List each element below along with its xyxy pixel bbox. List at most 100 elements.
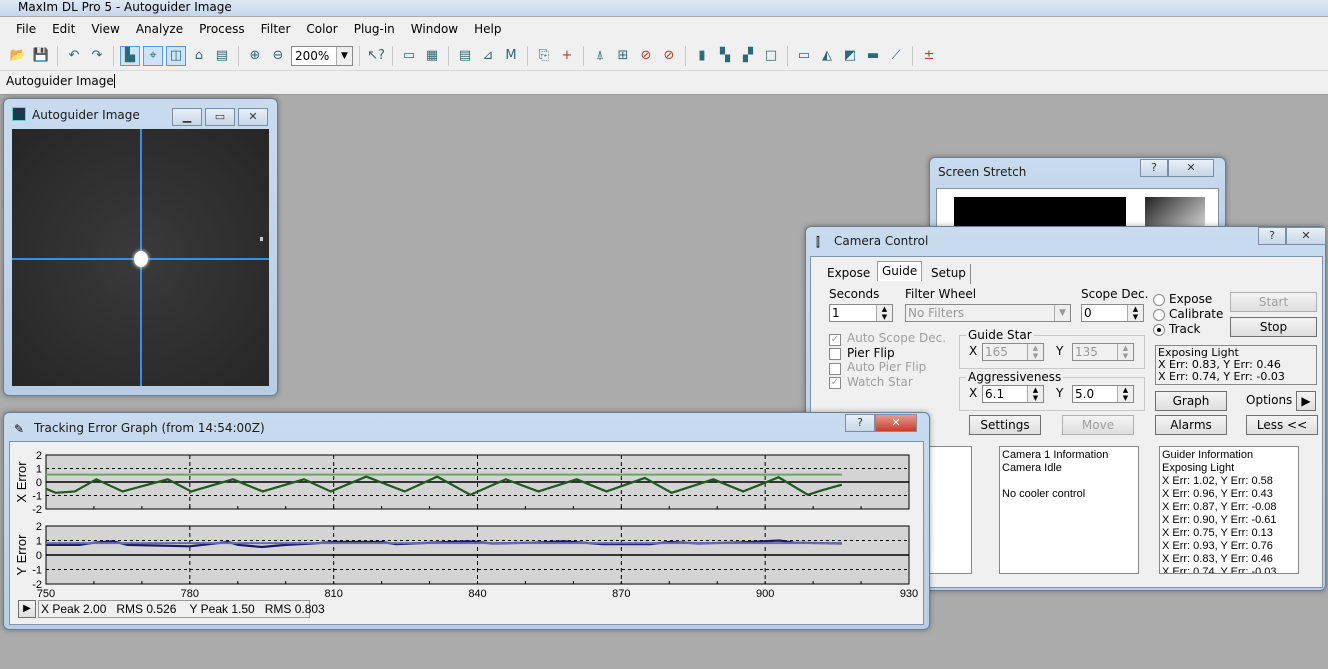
info-line: X Err: 1.02, Y Err: 0.58 xyxy=(1162,475,1273,487)
options-arrow-button[interactable]: ▶ xyxy=(1296,391,1316,411)
pier-flip-checkbox[interactable] xyxy=(829,348,841,360)
menu-file[interactable]: File xyxy=(16,22,36,36)
aggressiveness-y-input[interactable]: 5.0 ▲ ▼ xyxy=(1072,385,1134,403)
spinner[interactable]: ▲ ▼ xyxy=(1027,344,1043,360)
graph-button[interactable]: Graph xyxy=(1155,391,1227,411)
scope-dec-spinner[interactable]: ▲ ▼ xyxy=(1127,305,1143,321)
aggressiveness-x-input[interactable]: 6.1 ▲ ▼ xyxy=(982,385,1044,403)
tab-setup[interactable]: Setup xyxy=(927,264,971,284)
menu-edit[interactable]: Edit xyxy=(52,22,75,36)
save-icon[interactable]: 💾 xyxy=(31,46,51,66)
chevron-down-icon: ▼ xyxy=(1054,305,1070,321)
tab-expose[interactable]: Expose xyxy=(823,264,874,284)
minimize-button[interactable]: ▁ xyxy=(172,108,202,126)
help-button[interactable]: ? xyxy=(1258,227,1286,245)
histogram-icon[interactable]: ▮ xyxy=(692,46,712,66)
zoom-in-icon[interactable]: ⊕ xyxy=(245,46,265,66)
toolbar-separator xyxy=(359,45,360,66)
help-button[interactable]: ? xyxy=(1140,159,1168,177)
scope-dec-label: Scope Dec. xyxy=(1081,287,1149,301)
brush-icon[interactable]: ⍋ xyxy=(590,46,610,66)
mode-track-radio[interactable] xyxy=(1153,324,1165,336)
zoom-level-select[interactable]: 200% ▼ xyxy=(291,45,353,66)
guide-star-x-input[interactable]: 165 ▲ ▼ xyxy=(982,343,1044,361)
spinner[interactable]: ▲ ▼ xyxy=(1027,386,1043,402)
document-icon[interactable]: ▤ xyxy=(455,46,475,66)
guide-star-y-input[interactable]: 135 ▲ ▼ xyxy=(1072,343,1134,361)
teal-squares-icon[interactable]: ▚ xyxy=(715,46,735,66)
auto-pier-flip-checkbox[interactable] xyxy=(829,363,841,375)
teal-square-icon[interactable]: ▞ xyxy=(738,46,758,66)
seconds-spinner[interactable]: ▲ ▼ xyxy=(876,305,892,321)
menu-plug-in[interactable]: Plug-in xyxy=(354,22,395,36)
stack-icon[interactable]: ▦ xyxy=(422,46,442,66)
ruler-icon[interactable]: ▭ xyxy=(399,46,419,66)
seconds-input[interactable]: 1 ▲ ▼ xyxy=(829,304,893,322)
copy-icon[interactable]: ⎘ xyxy=(534,46,554,66)
menu-window[interactable]: Window xyxy=(411,22,458,36)
graph-menu-arrow-button[interactable]: ▶ xyxy=(18,600,36,618)
y-axis-label: Y Error xyxy=(14,534,29,576)
undo-icon[interactable]: ↶ xyxy=(64,46,84,66)
pier-flip-label: Pier Flip xyxy=(847,346,895,360)
measure-icon[interactable]: ⊿ xyxy=(478,46,498,66)
properties-icon[interactable]: ▤ xyxy=(212,46,232,66)
maximize-button[interactable]: ▭ xyxy=(205,108,235,126)
doc-tab-autoguider-image[interactable]: Autoguider Image xyxy=(6,74,114,88)
image-mode-icon[interactable]: ▙ xyxy=(120,45,140,66)
filter-wheel-select[interactable]: No Filters ▼ xyxy=(905,304,1071,322)
menu-view[interactable]: View xyxy=(91,22,119,36)
mode-calibrate-radio[interactable] xyxy=(1153,309,1165,321)
tab-guide[interactable]: Guide xyxy=(877,261,923,281)
move-button[interactable]: Move xyxy=(1062,415,1134,435)
settings-button[interactable]: Settings xyxy=(969,415,1041,435)
scope-dec-input[interactable]: 0 ▲ ▼ xyxy=(1081,304,1144,322)
curve-box-icon[interactable]: ◩ xyxy=(840,46,860,66)
close-button[interactable]: ✕ xyxy=(1168,159,1214,177)
help-button[interactable]: ? xyxy=(845,414,875,432)
close-button[interactable]: ✕ xyxy=(875,414,917,432)
alarms-button[interactable]: Alarms xyxy=(1155,415,1227,435)
toolbar-separator xyxy=(912,45,913,66)
spinner[interactable]: ▲ ▼ xyxy=(1117,386,1133,402)
plus-minus-icon[interactable]: ± xyxy=(919,46,939,66)
star-box-icon[interactable]: ⊞ xyxy=(613,46,633,66)
y-tick-label: -1 xyxy=(32,565,42,577)
level-icon[interactable]: ▬ xyxy=(863,46,883,66)
lock-icon[interactable]: ⌂ xyxy=(189,46,209,66)
help-pointer-icon[interactable]: ↖? xyxy=(366,46,386,66)
spinner[interactable]: ▲ ▼ xyxy=(1117,344,1133,360)
menu-color[interactable]: Color xyxy=(306,22,337,36)
flip-icon[interactable]: ◫ xyxy=(166,45,186,66)
auto-scope-dec-checkbox[interactable]: ✓ xyxy=(829,334,841,346)
no-filter-icon[interactable]: ⊘ xyxy=(636,46,656,66)
menu-analyze[interactable]: Analyze xyxy=(136,22,183,36)
menu-filter[interactable]: Filter xyxy=(261,22,291,36)
start-button[interactable]: Start xyxy=(1230,292,1317,312)
less-button[interactable]: Less << xyxy=(1246,415,1318,435)
info-line: X Err: 0.75, Y Err: 0.13 xyxy=(1162,527,1273,539)
mountain-icon[interactable]: ◭ xyxy=(817,46,837,66)
close-button[interactable]: ✕ xyxy=(238,108,268,126)
menu-process[interactable]: Process xyxy=(199,22,245,36)
info-line xyxy=(1002,475,1136,488)
stop-button[interactable]: Stop xyxy=(1230,317,1317,337)
autoguider-image[interactable] xyxy=(12,129,269,386)
line-icon[interactable]: ⟋ xyxy=(886,46,906,66)
add-icon[interactable]: + xyxy=(557,46,577,66)
redo-icon[interactable]: ↷ xyxy=(87,46,107,66)
gradient-icon[interactable]: ▭ xyxy=(794,46,814,66)
watch-star-checkbox[interactable]: ✓ xyxy=(829,377,841,389)
measure-m-icon[interactable]: M xyxy=(501,46,521,66)
frame-icon[interactable]: □ xyxy=(761,46,781,66)
zoom-out-icon[interactable]: ⊖ xyxy=(268,46,288,66)
mode-expose-radio[interactable] xyxy=(1153,294,1165,306)
info-line: Camera Idle xyxy=(1002,462,1062,474)
close-button[interactable]: ✕ xyxy=(1286,227,1326,245)
crosshair-icon[interactable]: ⌖ xyxy=(143,45,163,66)
camera-list-box[interactable] xyxy=(929,446,972,574)
graph-window-icon: ✎ xyxy=(14,422,25,436)
no-flag-icon[interactable]: ⊘ xyxy=(659,46,679,66)
menu-help[interactable]: Help xyxy=(474,22,501,36)
open-icon[interactable]: 📂 xyxy=(8,46,28,66)
